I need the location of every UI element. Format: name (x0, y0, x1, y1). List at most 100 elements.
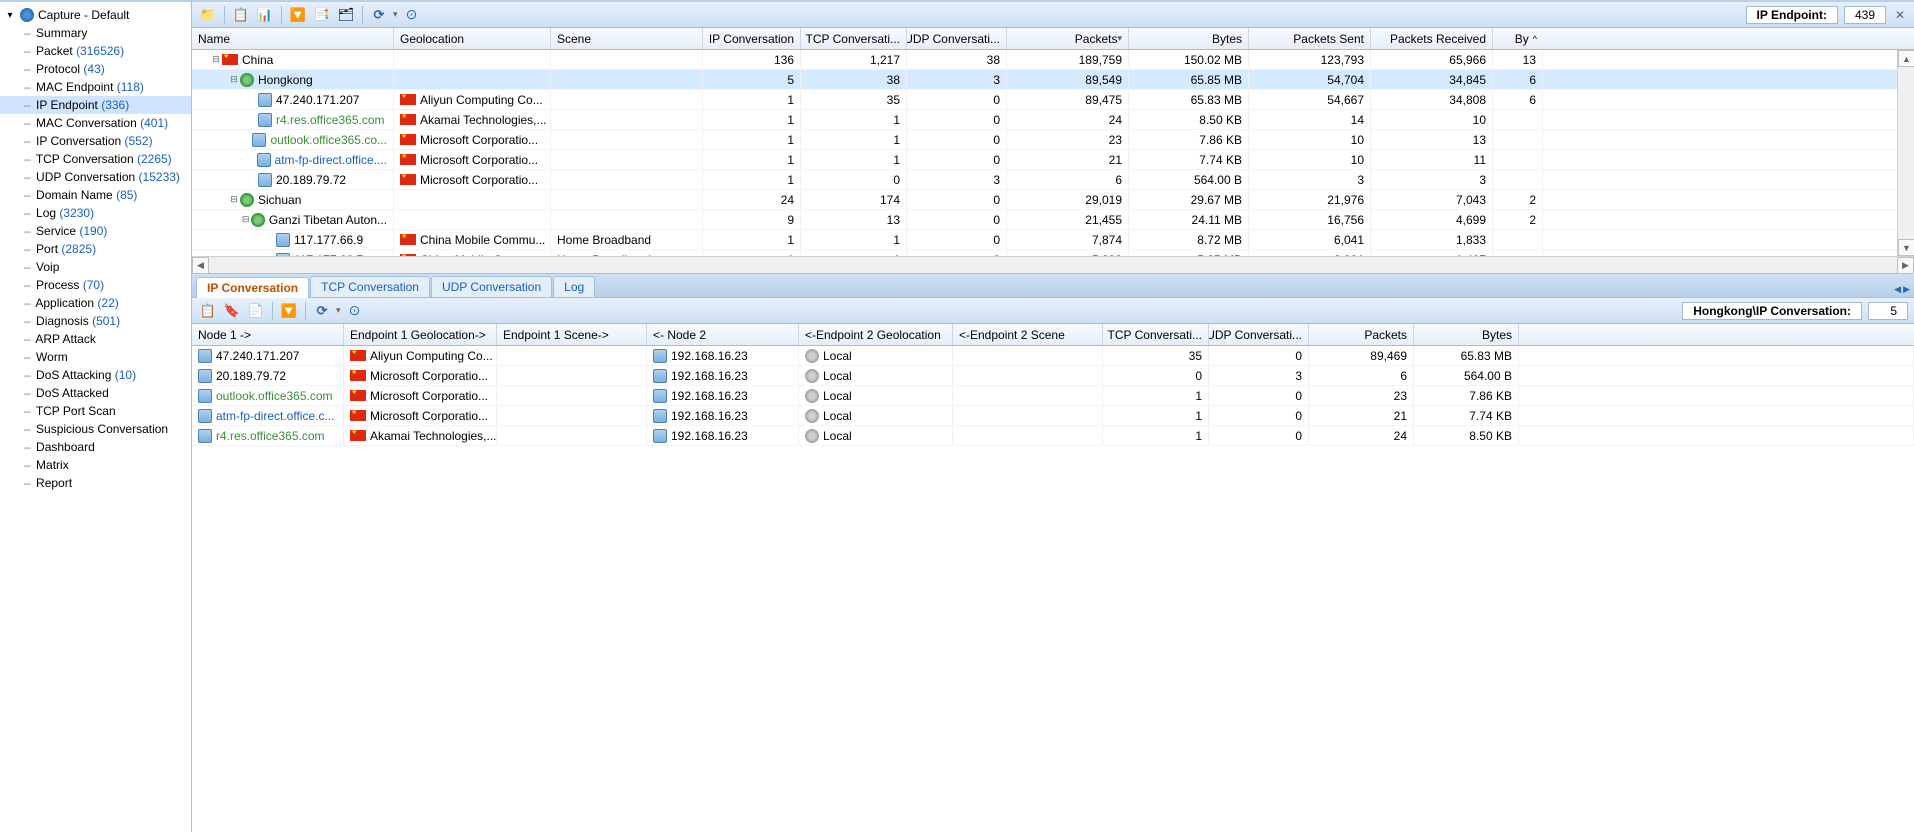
detail-btn-3[interactable]: 📄 (246, 301, 266, 321)
sidebar-item-worm[interactable]: – Worm (0, 348, 191, 366)
col-ep2-scene[interactable]: <-Endpoint 2 Scene (953, 324, 1103, 345)
tree-toggle-icon[interactable]: ⊟ (210, 54, 222, 65)
bottom-table-body[interactable]: 47.240.171.207Aliyun Computing Co...192.… (192, 346, 1914, 832)
scroll-down-icon[interactable]: ▼ (1898, 239, 1914, 256)
table-row[interactable]: r4.res.office365.comAkamai Technologies,… (192, 110, 1914, 130)
col-tcpconv[interactable]: TCP Conversati... (801, 28, 907, 49)
dropdown-icon[interactable]: ▾ (393, 9, 398, 20)
col-ipconv[interactable]: IP Conversation (703, 28, 801, 49)
sidebar-item-voip[interactable]: – Voip (0, 258, 191, 276)
sidebar-item-log[interactable]: – Log (3230) (0, 204, 191, 222)
tab-tcp-conversation[interactable]: TCP Conversation (310, 276, 430, 297)
table-row[interactable]: outlook.office365.co...Microsoft Corpora… (192, 130, 1914, 150)
col-packets-recv[interactable]: Packets Received (1371, 28, 1493, 49)
sidebar-item-tcp-conversation[interactable]: – TCP Conversation (2265) (0, 150, 191, 168)
table-row[interactable]: 20.189.79.72Microsoft Corporatio...10365… (192, 170, 1914, 190)
sidebar-item-diagnosis[interactable]: – Diagnosis (501) (0, 312, 191, 330)
tab-prev-icon[interactable]: ◀ (1894, 284, 1901, 295)
sidebar-item-service[interactable]: – Service (190) (0, 222, 191, 240)
table-row[interactable]: r4.res.office365.comAkamai Technologies,… (192, 426, 1914, 446)
play-icon[interactable]: ⊙ (345, 301, 365, 321)
sidebar-item-report[interactable]: – Report (0, 474, 191, 492)
toolbar-btn-4[interactable]: 🔽 (288, 5, 308, 25)
col-ep2-geo[interactable]: <-Endpoint 2 Geolocation (799, 324, 953, 345)
col-bytes[interactable]: Bytes (1129, 28, 1249, 49)
col-packets-sent[interactable]: Packets Sent (1249, 28, 1371, 49)
dropdown-icon[interactable]: ▾ (336, 305, 341, 316)
v-scrollbar[interactable]: ▲ ▼ (1897, 50, 1914, 256)
table-row[interactable]: atm-fp-direct.office.c...Microsoft Corpo… (192, 406, 1914, 426)
sidebar-item-mac-conversation[interactable]: – MAC Conversation (401) (0, 114, 191, 132)
tab-udp-conversation[interactable]: UDP Conversation (431, 276, 552, 297)
table-row[interactable]: ⊟Ganzi Tibetan Auton...913021,45524.11 M… (192, 210, 1914, 230)
toolbar-btn-5[interactable]: 📑 (312, 5, 332, 25)
sidebar-item-packet[interactable]: – Packet (316526) (0, 42, 191, 60)
table-row[interactable]: ⊟Hongkong538389,54965.85 MB54,70434,8456 (192, 70, 1914, 90)
sidebar-item-summary[interactable]: – Summary (0, 24, 191, 42)
sidebar-item-protocol[interactable]: – Protocol (43) (0, 60, 191, 78)
toolbar-btn-3[interactable]: 📊 (255, 5, 275, 25)
col-udpconv[interactable]: UDP Conversati... (907, 28, 1007, 49)
sidebar-item-suspicious-conversation[interactable]: – Suspicious Conversation (0, 420, 191, 438)
sidebar-item-application[interactable]: – Application (22) (0, 294, 191, 312)
col-pkt[interactable]: Packets (1309, 324, 1414, 345)
sidebar-item-ip-conversation[interactable]: – IP Conversation (552) (0, 132, 191, 150)
scroll-up-icon[interactable]: ▲ (1898, 50, 1914, 67)
col-byt[interactable]: Bytes (1414, 324, 1519, 345)
col-name[interactable]: Name (192, 28, 394, 49)
sidebar-item-ip-endpoint[interactable]: – IP Endpoint (336) (0, 96, 191, 114)
sidebar-item-domain-name[interactable]: – Domain Name (85) (0, 186, 191, 204)
sidebar-item-tcp-port-scan[interactable]: – TCP Port Scan (0, 402, 191, 420)
tab-log[interactable]: Log (553, 276, 595, 297)
col-udp[interactable]: UDP Conversati... (1209, 324, 1309, 345)
col-geolocation[interactable]: Geolocation (394, 28, 551, 49)
col-tcp[interactable]: TCP Conversati... (1103, 324, 1209, 345)
table-row[interactable]: 20.189.79.72Microsoft Corporatio...192.1… (192, 366, 1914, 386)
detail-btn-4[interactable]: 🔽 (279, 301, 299, 321)
tab-ip-conversation[interactable]: IP Conversation (196, 277, 309, 298)
table-row[interactable]: 117.177.66.9China Mobile Commu...Home Br… (192, 230, 1914, 250)
toolbar-btn-1[interactable]: 📁 (198, 5, 218, 25)
col-ep1-scene[interactable]: Endpoint 1 Scene-> (497, 324, 647, 345)
refresh-icon[interactable]: ⟳ (312, 301, 332, 321)
sidebar-item-dos-attacking[interactable]: – DoS Attacking (10) (0, 366, 191, 384)
scroll-right-icon[interactable]: ▶ (1897, 257, 1914, 274)
detail-btn-2[interactable]: 🔖 (222, 301, 242, 321)
sidebar-root[interactable]: ▾ Capture - Default (0, 6, 191, 24)
table-row[interactable]: ⊟China1361,21738189,759150.02 MB123,7936… (192, 50, 1914, 70)
sidebar-item-arp-attack[interactable]: – ARP Attack (0, 330, 191, 348)
sidebar-item-dos-attacked[interactable]: – DoS Attacked (0, 384, 191, 402)
detail-btn-1[interactable]: 📋 (198, 301, 218, 321)
tree-toggle-icon[interactable]: ⊟ (228, 74, 240, 85)
col-node2[interactable]: <- Node 2 (647, 324, 799, 345)
col-ep1-geo[interactable]: Endpoint 1 Geolocation-> (344, 324, 497, 345)
top-table-body[interactable]: ⊟China1361,21738189,759150.02 MB123,7936… (192, 50, 1914, 256)
toolbar-btn-2[interactable]: 📋 (231, 5, 251, 25)
sidebar-item-mac-endpoint[interactable]: – MAC Endpoint (118) (0, 78, 191, 96)
sidebar-item-process[interactable]: – Process (70) (0, 276, 191, 294)
table-row[interactable]: 47.240.171.207Aliyun Computing Co...1350… (192, 90, 1914, 110)
scroll-left-icon[interactable]: ◀ (192, 257, 209, 274)
table-row[interactable]: outlook.office365.comMicrosoft Corporati… (192, 386, 1914, 406)
col-packets[interactable]: Packets (1007, 28, 1129, 49)
tree-toggle-icon[interactable]: ⊟ (228, 194, 240, 205)
table-row[interactable]: ⊟Sichuan24174029,01929.67 MB21,9767,0432 (192, 190, 1914, 210)
sidebar-item-dashboard[interactable]: – Dashboard (0, 438, 191, 456)
toolbar-btn-6[interactable]: 🗂 (336, 5, 356, 25)
tab-next-icon[interactable]: ▶ (1903, 284, 1910, 295)
close-icon[interactable]: ✕ (1892, 7, 1908, 23)
sidebar-item-matrix[interactable]: – Matrix (0, 456, 191, 474)
play-icon[interactable]: ⊙ (402, 5, 422, 25)
table-row[interactable]: 47.240.171.207Aliyun Computing Co...192.… (192, 346, 1914, 366)
sidebar-item-port[interactable]: – Port (2825) (0, 240, 191, 258)
sidebar-item-udp-conversation[interactable]: – UDP Conversation (15233) (0, 168, 191, 186)
refresh-icon[interactable]: ⟳ (369, 5, 389, 25)
col-scene[interactable]: Scene (551, 28, 703, 49)
scroll-track[interactable] (1898, 67, 1914, 239)
col-bytes-extra[interactable]: By^ (1493, 28, 1543, 49)
h-scrollbar[interactable]: ◀ ▶ (192, 256, 1914, 273)
col-node1[interactable]: Node 1 -> (192, 324, 344, 345)
table-row[interactable]: atm-fp-direct.office....Microsoft Corpor… (192, 150, 1914, 170)
tree-toggle-icon[interactable]: ⊟ (240, 214, 251, 225)
collapse-icon[interactable]: ▾ (4, 10, 16, 21)
